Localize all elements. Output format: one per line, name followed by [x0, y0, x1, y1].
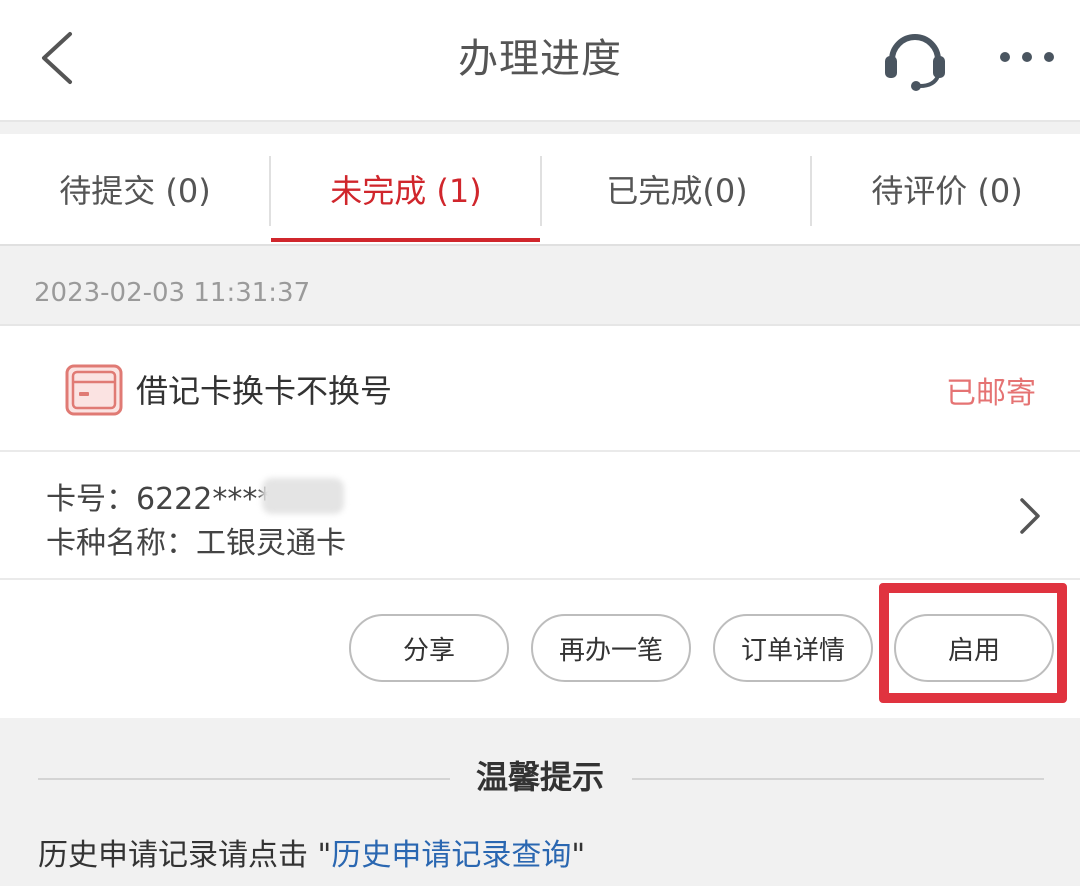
share-button[interactable]: 分享 — [349, 614, 509, 682]
chevron-right-icon[interactable] — [1016, 496, 1044, 536]
masked-card-digits — [262, 478, 344, 514]
tips-suffix: " — [571, 838, 586, 873]
status-tabs: 待提交 (0) 未完成 (1) 已完成(0) 待评价 (0) — [0, 134, 1080, 246]
more-horizontal-icon[interactable] — [998, 50, 1056, 64]
tips-prefix: 历史申请记录请点击 " — [38, 838, 332, 873]
tips-text: 历史申请记录请点击 "历史申请记录查询" — [38, 830, 585, 874]
order-detail-button[interactable]: 订单详情 — [713, 614, 873, 682]
tab-pending-review[interactable]: 待评价 (0) — [812, 134, 1080, 244]
redo-button[interactable]: 再办一笔 — [531, 614, 691, 682]
bank-card-icon — [65, 364, 123, 416]
service-row: 借记卡换卡不换号 已邮寄 — [0, 326, 1080, 452]
card-type: 卡种名称：工银灵通卡 — [46, 526, 346, 561]
service-name: 借记卡换卡不换号 — [136, 372, 393, 410]
record-timestamp: 2023-02-03 11:31:37 — [34, 278, 311, 308]
tab-pending-submit[interactable]: 待提交 (0) — [0, 134, 270, 244]
highlight-annotation — [879, 583, 1067, 703]
active-tab-indicator — [271, 238, 540, 242]
tips-title: 温馨提示 — [475, 758, 604, 796]
card-number: 卡号：6222**** — [46, 482, 273, 517]
top-bar: 办理进度 — [0, 0, 1080, 122]
headset-icon[interactable] — [880, 22, 950, 92]
tab-incomplete[interactable]: 未完成 (1) — [271, 134, 541, 244]
status-badge: 已邮寄 — [946, 376, 1036, 411]
tab-completed[interactable]: 已完成(0) — [542, 134, 812, 244]
history-query-link[interactable]: 历史申请记录查询 — [331, 838, 571, 873]
card-info-row[interactable]: 卡号：6222**** 卡种名称：工银灵通卡 — [0, 452, 1080, 580]
